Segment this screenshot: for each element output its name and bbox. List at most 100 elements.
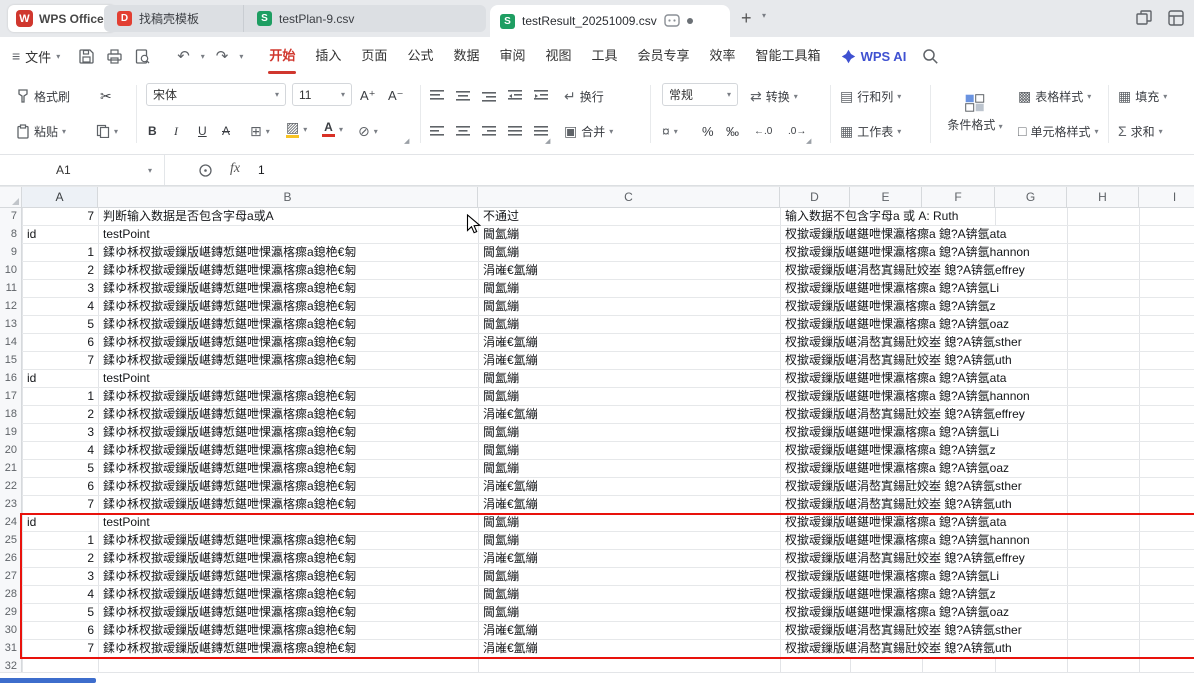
column-header-C[interactable]: C — [478, 187, 780, 207]
cell-A14[interactable]: 6 — [24, 334, 94, 351]
bold-button[interactable]: B — [148, 118, 157, 144]
cell-C10[interactable]: 涓嶉€氳繃 — [481, 262, 540, 279]
cut-button[interactable]: ✂ — [100, 83, 112, 109]
cell-B19[interactable]: 鍒ゆ柇杈撳叆鏁版嵁鏄惁鍖呭惈瀛楁瘝a鎴栬€匑 — [101, 424, 359, 441]
row-header-9[interactable]: 9 — [0, 244, 22, 262]
save-icon[interactable] — [78, 48, 95, 65]
cell-A28[interactable]: 4 — [24, 586, 94, 603]
row-header-24[interactable]: 24 — [0, 514, 22, 532]
horizontal-scrollbar-thumb[interactable] — [0, 678, 96, 683]
worksheet-button[interactable]: ▦ 工作表 ▾ — [840, 118, 901, 144]
font-color-button[interactable]: A ▾ — [322, 116, 343, 142]
redo-caret-icon[interactable]: ▾ — [239, 52, 243, 61]
row-header-12[interactable]: 12 — [0, 298, 22, 316]
align-right-button[interactable] — [482, 118, 496, 144]
cell-B23[interactable]: 鍒ゆ柇杈撳叆鏁版嵁鏄惁鍖呭惈瀛楁瘝a鎴栬€匑 — [101, 496, 359, 513]
tab-list-caret-icon[interactable]: ▾ — [762, 11, 766, 20]
cell-C30[interactable]: 涓嶉€氳繃 — [481, 622, 540, 639]
rows-columns-button[interactable]: ▤ 行和列 ▾ — [840, 83, 901, 109]
column-header-H[interactable]: H — [1067, 187, 1139, 207]
row-header-26[interactable]: 26 — [0, 550, 22, 568]
cell-D9[interactable]: 杈撳叆鏁版嵁鍖呭惈瀛楁瘝a 鎴?A锛氬hannon — [783, 244, 1032, 261]
cell-C16[interactable]: 閫氳繃 — [481, 370, 522, 387]
row-header-22[interactable]: 22 — [0, 478, 22, 496]
cell-A13[interactable]: 5 — [24, 316, 94, 333]
menu-efficiency[interactable]: 效率 — [700, 37, 746, 75]
column-header-D[interactable]: D — [780, 187, 850, 207]
increase-indent-button[interactable] — [534, 83, 548, 109]
tab-testresult-active[interactable]: S testResult_20251009.csv — [490, 5, 730, 37]
cell-D27[interactable]: 杈撳叆鏁版嵁鍖呭惈瀛楁瘝a 鎴?A锛氬Li — [783, 568, 1002, 585]
cell-B25[interactable]: 鍒ゆ柇杈撳叆鏁版嵁鏄惁鍖呭惈瀛楁瘝a鎴栬€匑 — [101, 532, 359, 549]
cell-A25[interactable]: 1 — [24, 532, 94, 549]
cell-D14[interactable]: 杈撳叆鏁版嵁涓嶅寘鍚瓧姣峚 鎴?A锛氬sther — [783, 334, 1024, 351]
cell-B28[interactable]: 鍒ゆ柇杈撳叆鏁版嵁鏄惁鍖呭惈瀛楁瘝a鎴栬€匑 — [101, 586, 359, 603]
cell-D16[interactable]: 杈撳叆鏁版嵁鍖呭惈瀛楁瘝a 鎴?A锛氬ata — [783, 370, 1009, 387]
cell-A17[interactable]: 1 — [24, 388, 94, 405]
cell-B26[interactable]: 鍒ゆ柇杈撳叆鏁版嵁鏄惁鍖呭惈瀛楁瘝a鎴栬€匑 — [101, 550, 359, 567]
row-header-21[interactable]: 21 — [0, 460, 22, 478]
column-header-B[interactable]: B — [98, 187, 478, 207]
cell-A12[interactable]: 4 — [24, 298, 94, 315]
align-left-button[interactable] — [430, 118, 444, 144]
cell-D30[interactable]: 杈撳叆鏁版嵁涓嶅寘鍚瓧姣峚 鎴?A锛氬sther — [783, 622, 1024, 639]
column-header-F[interactable]: F — [922, 187, 995, 207]
redo-icon[interactable]: ↷ — [216, 47, 229, 65]
cell-C22[interactable]: 涓嶉€氳繃 — [481, 478, 540, 495]
cell-C21[interactable]: 閫氳繃 — [481, 460, 522, 477]
percent-format-button[interactable]: % — [702, 118, 714, 144]
cell-B30[interactable]: 鍒ゆ柇杈撳叆鏁版嵁鏄惁鍖呭惈瀛楁瘝a鎴栬€匑 — [101, 622, 359, 639]
file-menu-button[interactable]: ≡ 文件 ▾ — [12, 47, 60, 66]
cell-A21[interactable]: 5 — [24, 460, 94, 477]
cell-C8[interactable]: 閫氳繃 — [481, 226, 522, 243]
cell-D29[interactable]: 杈撳叆鏁版嵁鍖呭惈瀛楁瘝a 鎴?A锛氬oaz — [783, 604, 1012, 621]
menu-formula[interactable]: 公式 — [397, 37, 443, 75]
convert-button[interactable]: ⇄ 转换 ▾ — [750, 83, 798, 109]
row-header-29[interactable]: 29 — [0, 604, 22, 622]
underline-button[interactable]: U — [198, 118, 207, 144]
cell-B12[interactable]: 鍒ゆ柇杈撳叆鏁版嵁鏄惁鍖呭惈瀛楁瘝a鎴栬€匑 — [101, 298, 359, 315]
cell-C31[interactable]: 涓嶉€氳繃 — [481, 640, 540, 657]
row-header-28[interactable]: 28 — [0, 586, 22, 604]
precision-select-icon[interactable] — [198, 163, 213, 178]
cell-C19[interactable]: 閫氳繃 — [481, 424, 522, 441]
conditional-format-button[interactable]: 条件格式 ▾ — [938, 81, 1012, 145]
format-painter-button[interactable]: 格式刷 — [16, 83, 70, 109]
increase-font-button[interactable]: A⁺ — [360, 83, 376, 109]
currency-format-button[interactable]: ¤ ▾ — [662, 118, 678, 144]
fill-button[interactable]: ▦ 填充 ▾ — [1118, 83, 1167, 109]
cell-A31[interactable]: 7 — [24, 640, 94, 657]
cell-B18[interactable]: 鍒ゆ柇杈撳叆鏁版嵁鏄惁鍖呭惈瀛楁瘝a鎴栬€匑 — [101, 406, 359, 423]
print-preview-icon[interactable] — [134, 48, 151, 65]
restore-window-icon[interactable] — [1134, 8, 1154, 28]
cell-B8[interactable]: testPoint — [101, 226, 152, 243]
table-style-button[interactable]: ▩ 表格样式 ▾ — [1018, 83, 1091, 109]
cell-A29[interactable]: 5 — [24, 604, 94, 621]
cell-C15[interactable]: 涓嶉€氳繃 — [481, 352, 540, 369]
italic-button[interactable]: I — [174, 118, 178, 144]
increase-decimal-button[interactable]: ←.0 — [754, 118, 772, 144]
undo-icon[interactable]: ↶ — [177, 47, 190, 65]
tab-testplan[interactable]: S testPlan-9.csv — [243, 5, 486, 32]
cell-C12[interactable]: 閫氳繃 — [481, 298, 522, 315]
print-icon[interactable] — [106, 48, 123, 65]
cell-C20[interactable]: 閫氳繃 — [481, 442, 522, 459]
decrease-font-button[interactable]: A⁻ — [388, 83, 404, 109]
menu-page[interactable]: 页面 — [351, 37, 397, 75]
row-header-10[interactable]: 10 — [0, 262, 22, 280]
cell-D15[interactable]: 杈撳叆鏁版嵁涓嶅寘鍚瓧姣峚 鎴?A锛氬uth — [783, 352, 1014, 369]
align-bottom-button[interactable] — [482, 83, 496, 109]
alignment-dialog-launcher[interactable]: ◢ — [545, 137, 550, 145]
menu-data[interactable]: 数据 — [443, 37, 489, 75]
cell-D25[interactable]: 杈撳叆鏁版嵁鍖呭惈瀛楁瘝a 鎴?A锛氬hannon — [783, 532, 1032, 549]
align-top-button[interactable] — [430, 83, 444, 109]
cell-C7[interactable]: 不通过 — [481, 208, 522, 225]
wrap-text-button[interactable]: ↵ 换行 — [564, 83, 604, 109]
cell-C18[interactable]: 涓嶉€氳繃 — [481, 406, 540, 423]
justify-button[interactable] — [508, 118, 522, 144]
font-name-select[interactable]: 宋体 ▾ — [146, 83, 286, 106]
cell-D12[interactable]: 杈撳叆鏁版嵁鍖呭惈瀛楁瘝a 鎴?A锛氬z — [783, 298, 998, 315]
row-header-23[interactable]: 23 — [0, 496, 22, 514]
menu-smart-toolbox[interactable]: 智能工具箱 — [746, 37, 831, 75]
cell-D28[interactable]: 杈撳叆鏁版嵁鍖呭惈瀛楁瘝a 鎴?A锛氬z — [783, 586, 998, 603]
